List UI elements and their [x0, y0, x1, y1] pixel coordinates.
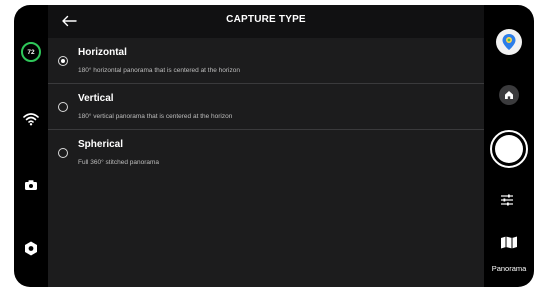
right-rail: Panorama: [484, 5, 534, 287]
home-icon: [499, 85, 519, 105]
camera-icon[interactable]: [18, 172, 44, 198]
panorama-icon[interactable]: [500, 236, 518, 249]
radio-selected-dot: [61, 59, 65, 63]
page-title: CAPTURE TYPE: [226, 14, 306, 25]
shutter-core: [495, 135, 523, 163]
option-title: Horizontal: [78, 47, 127, 58]
radio-horizontal[interactable]: [58, 56, 68, 66]
shutter-ring: [490, 130, 528, 168]
mode-label[interactable]: Panorama: [484, 264, 534, 273]
wifi-icon[interactable]: [18, 106, 44, 132]
battery-ring-icon: 72: [21, 42, 41, 62]
option-vertical[interactable]: Vertical 180° vertical panorama that is …: [48, 84, 484, 130]
option-description: 180° vertical panorama that is centered …: [78, 113, 233, 120]
option-title: Spherical: [78, 139, 124, 150]
option-title: Vertical: [78, 93, 114, 104]
option-spherical[interactable]: Spherical Full 360° stitched panorama: [48, 130, 484, 176]
battery-indicator: 72: [18, 39, 44, 65]
camera-app-screen: 72 CAPTURE TYPE Horizontal 180° horizont…: [14, 5, 534, 287]
option-description: 180° horizontal panorama that is centere…: [78, 67, 240, 74]
header-bar: CAPTURE TYPE: [48, 5, 484, 38]
home-button[interactable]: [499, 85, 519, 105]
capture-type-panel: CAPTURE TYPE Horizontal 180° horizontal …: [48, 5, 484, 287]
shutter-button[interactable]: [490, 130, 528, 168]
profile-avatar[interactable]: [496, 29, 522, 55]
radio-spherical[interactable]: [58, 148, 68, 158]
gear-icon[interactable]: [18, 235, 44, 261]
option-horizontal[interactable]: Horizontal 180° horizontal panorama that…: [48, 38, 484, 84]
option-description: Full 360° stitched panorama: [78, 159, 160, 166]
sliders-icon[interactable]: [499, 192, 515, 208]
battery-level: 72: [27, 48, 35, 56]
map-pin-avatar-icon: [496, 29, 522, 55]
radio-vertical[interactable]: [58, 102, 68, 112]
left-rail: 72: [14, 5, 48, 287]
